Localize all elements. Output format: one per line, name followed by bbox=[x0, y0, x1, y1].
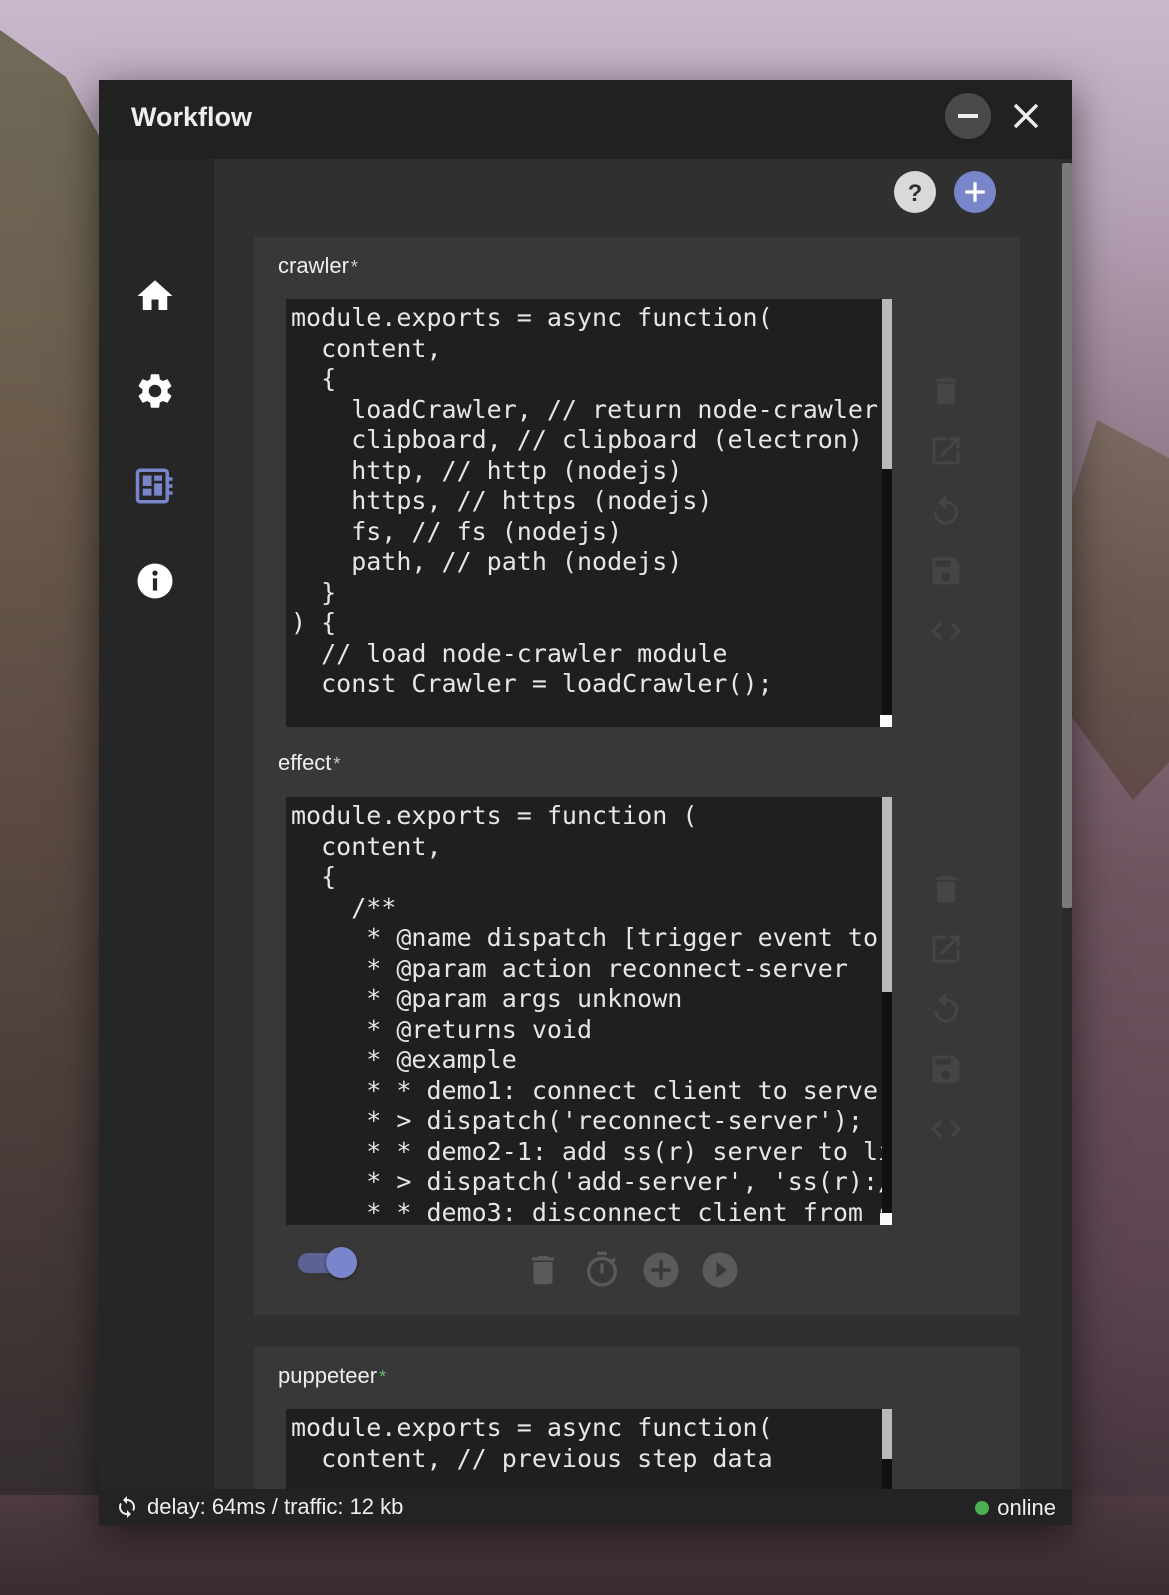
info-icon bbox=[137, 563, 173, 599]
sidebar bbox=[99, 159, 214, 1489]
code-editor-puppeteer[interactable]: module.exports = async function( content… bbox=[286, 1409, 892, 1489]
sidebar-item-home[interactable] bbox=[133, 274, 177, 318]
open-external-icon bbox=[932, 935, 960, 963]
close-icon bbox=[1013, 103, 1039, 129]
minus-icon bbox=[958, 114, 978, 118]
background-cliff-left bbox=[0, 30, 110, 1595]
title-bar: Workflow bbox=[99, 80, 1072, 159]
enable-toggle[interactable] bbox=[298, 1247, 357, 1278]
run-button[interactable] bbox=[699, 1249, 741, 1291]
add-button[interactable] bbox=[954, 171, 996, 213]
save-button[interactable] bbox=[922, 1045, 970, 1093]
sidebar-item-info[interactable] bbox=[133, 559, 177, 603]
add-step-button[interactable] bbox=[640, 1249, 682, 1291]
restore-button[interactable] bbox=[922, 985, 970, 1033]
status-left: delay: 64ms / traffic: 12 kb bbox=[115, 1494, 403, 1520]
home-icon bbox=[137, 280, 173, 310]
restore-icon bbox=[934, 494, 958, 525]
status-right: online bbox=[975, 1495, 1056, 1521]
format-code-button[interactable] bbox=[922, 607, 970, 655]
dashboard-icon bbox=[135, 468, 173, 504]
help-button[interactable]: ? bbox=[894, 171, 936, 213]
delete-block-button[interactable] bbox=[922, 865, 970, 913]
page-scrollbar-thumb[interactable] bbox=[1062, 163, 1072, 908]
editor-scrollbar-thumb[interactable] bbox=[882, 1409, 892, 1459]
play-icon bbox=[702, 1252, 738, 1288]
add-circle-icon bbox=[643, 1252, 679, 1288]
block-label-effect: effect * bbox=[278, 750, 341, 775]
close-button[interactable] bbox=[1003, 93, 1049, 139]
code-text-crawler: module.exports = async function( content… bbox=[291, 303, 878, 698]
code-icon bbox=[931, 1120, 961, 1138]
sidebar-item-workflow[interactable] bbox=[133, 464, 177, 508]
online-indicator bbox=[975, 1501, 990, 1515]
workflow-card: crawler * module.exports = async function… bbox=[254, 237, 1020, 1315]
code-editor-crawler[interactable]: module.exports = async function( content… bbox=[286, 299, 892, 727]
resize-handle[interactable] bbox=[880, 1213, 892, 1225]
code-editor-effect[interactable]: module.exports = function ( content, { /… bbox=[286, 797, 892, 1225]
delete-card-button[interactable] bbox=[522, 1249, 564, 1291]
workflow-window: Workflow ? crawler * module.exports = as… bbox=[99, 80, 1072, 1525]
save-button[interactable] bbox=[922, 547, 970, 595]
open-external-button[interactable] bbox=[922, 925, 970, 973]
window-title: Workflow bbox=[131, 102, 252, 132]
code-text-effect: module.exports = function ( content, { /… bbox=[291, 801, 892, 1225]
save-icon bbox=[932, 557, 960, 585]
help-icon: ? bbox=[908, 180, 923, 207]
status-traffic-text: delay: 64ms / traffic: 12 kb bbox=[147, 1494, 404, 1519]
sidebar-item-settings[interactable] bbox=[133, 369, 177, 413]
status-bar: delay: 64ms / traffic: 12 kb online bbox=[99, 1489, 1072, 1525]
main-content: ? crawler * module.exports = async functi… bbox=[214, 159, 1062, 1489]
add-icon bbox=[965, 182, 985, 202]
delete-block-button[interactable] bbox=[922, 367, 970, 415]
editor-scrollbar[interactable] bbox=[882, 797, 892, 1225]
restore-button[interactable] bbox=[922, 487, 970, 535]
code-icon bbox=[931, 622, 961, 640]
resize-handle[interactable] bbox=[880, 715, 892, 727]
block-label-crawler: crawler * bbox=[278, 253, 358, 278]
editor-scrollbar[interactable] bbox=[882, 1409, 892, 1489]
gear-icon bbox=[138, 374, 172, 408]
editor-scrollbar[interactable] bbox=[882, 299, 892, 727]
restore-icon bbox=[934, 992, 958, 1023]
timer-button[interactable] bbox=[581, 1249, 623, 1291]
editor-scrollbar-thumb[interactable] bbox=[882, 299, 892, 469]
timer-icon bbox=[587, 1251, 617, 1287]
save-icon bbox=[932, 1055, 960, 1083]
status-online-text: online bbox=[997, 1495, 1056, 1520]
trash-icon bbox=[935, 875, 957, 903]
trash-icon bbox=[531, 1255, 555, 1285]
minimize-button[interactable] bbox=[945, 93, 991, 139]
svg-text:?: ? bbox=[908, 180, 923, 207]
trash-icon bbox=[935, 377, 957, 405]
code-text-puppeteer: module.exports = async function( content… bbox=[291, 1413, 773, 1473]
sync-icon bbox=[119, 1496, 135, 1518]
editor-scrollbar-thumb[interactable] bbox=[882, 797, 892, 992]
open-external-icon bbox=[932, 437, 960, 465]
toggle-thumb bbox=[326, 1247, 357, 1278]
block-label-puppeteer: puppeteer * bbox=[278, 1363, 387, 1388]
workflow-card: puppeteer * module.exports = async functi… bbox=[254, 1347, 1020, 1489]
format-code-button[interactable] bbox=[922, 1105, 970, 1153]
open-external-button[interactable] bbox=[922, 427, 970, 475]
